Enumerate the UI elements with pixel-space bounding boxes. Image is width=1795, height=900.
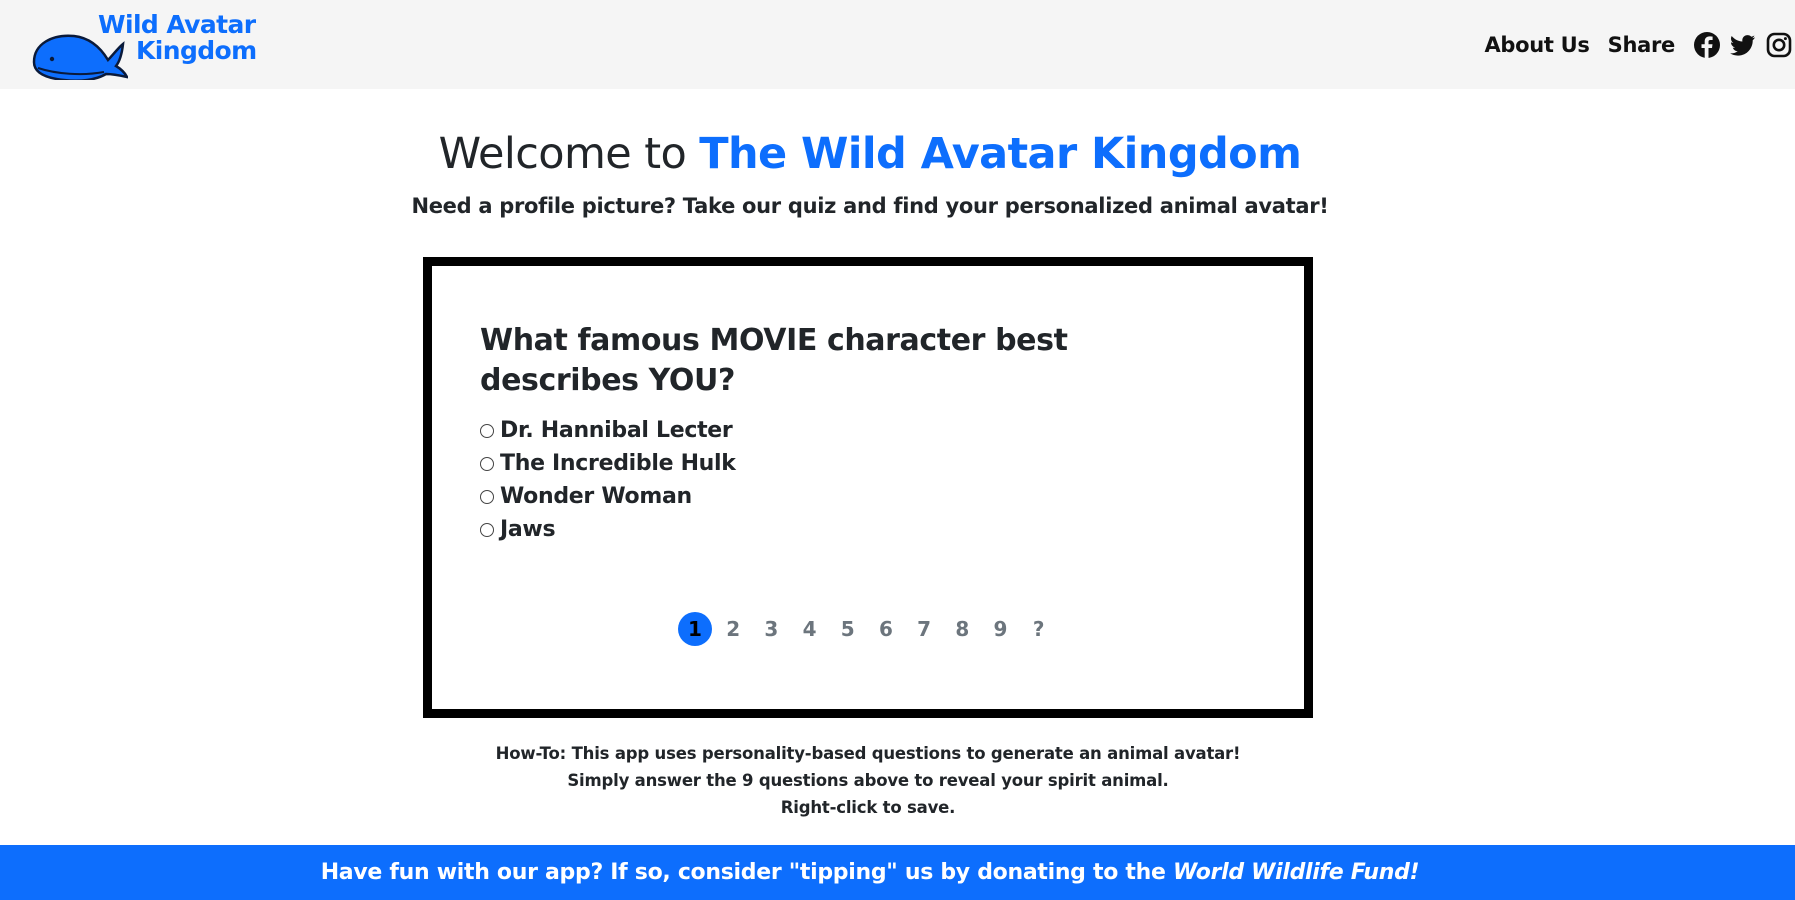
how-to-line-2: Simply answer the 9 questions above to r… — [567, 771, 1169, 790]
site-logo[interactable]: Wild Avatar Kingdom — [30, 12, 257, 80]
page-8-button[interactable]: 8 — [945, 612, 979, 646]
question-pager: 1 2 3 4 5 6 7 8 9 ? — [678, 612, 1060, 646]
how-to-line-3: Right-click to save. — [780, 798, 956, 817]
welcome-prefix: Welcome to — [438, 129, 700, 179]
radio-button[interactable] — [480, 522, 494, 537]
answer-option[interactable]: Jaws — [480, 513, 736, 546]
twitter-icon[interactable] — [1729, 31, 1757, 59]
answer-option[interactable]: Wonder Woman — [480, 480, 736, 513]
banner-text: Have fun with our app? If so, consider "… — [321, 860, 1420, 885]
page-6-button[interactable]: 6 — [869, 612, 903, 646]
quiz-card: What famous MOVIE character best describ… — [423, 257, 1313, 718]
top-nav: About Us Share — [1484, 27, 1793, 63]
answer-options: Dr. Hannibal Lecter The Incredible Hulk … — [480, 414, 736, 546]
page-1-button[interactable]: 1 — [678, 612, 712, 646]
page-2-button[interactable]: 2 — [716, 612, 750, 646]
answer-label: Jaws — [500, 517, 556, 542]
answer-label: Dr. Hannibal Lecter — [500, 418, 733, 443]
result-page-button[interactable]: ? — [1022, 612, 1056, 646]
answer-option[interactable]: The Incredible Hulk — [480, 447, 736, 480]
logo-line-1: Wild Avatar — [98, 10, 256, 39]
about-us-link[interactable]: About Us — [1484, 33, 1589, 57]
instagram-icon[interactable] — [1765, 31, 1793, 59]
answer-label: Wonder Woman — [500, 484, 692, 509]
answer-option[interactable]: Dr. Hannibal Lecter — [480, 414, 736, 447]
radio-button[interactable] — [480, 489, 494, 504]
wwf-link[interactable]: World Wildlife Fund! — [1173, 860, 1420, 885]
page-title: Welcome to The Wild Avatar Kingdom — [0, 126, 1740, 182]
page-4-button[interactable]: 4 — [793, 612, 827, 646]
radio-button[interactable] — [480, 423, 494, 438]
donation-banner: Have fun with our app? If so, consider "… — [0, 845, 1795, 900]
page-3-button[interactable]: 3 — [754, 612, 788, 646]
logo-text: Wild Avatar Kingdom — [98, 12, 257, 64]
logo-line-2: Kingdom — [136, 36, 257, 65]
tagline: Need a profile picture? Take our quiz an… — [411, 194, 1329, 218]
page-5-button[interactable]: 5 — [831, 612, 865, 646]
site-header: Wild Avatar Kingdom About Us Share — [0, 0, 1795, 89]
answer-label: The Incredible Hulk — [500, 451, 736, 476]
facebook-icon[interactable] — [1693, 31, 1721, 59]
radio-button[interactable] — [480, 456, 494, 471]
banner-message: Have fun with our app? If so, consider "… — [320, 860, 1173, 885]
page-7-button[interactable]: 7 — [907, 612, 941, 646]
share-link[interactable]: Share — [1608, 33, 1676, 57]
welcome-brand: The Wild Avatar Kingdom — [699, 129, 1302, 179]
how-to-text: How-To: This app uses personality-based … — [0, 740, 1736, 821]
how-to-line-1: How-To: This app uses personality-based … — [495, 744, 1241, 763]
page-9-button[interactable]: 9 — [984, 612, 1018, 646]
quiz-question: What famous MOVIE character best describ… — [480, 323, 1068, 398]
